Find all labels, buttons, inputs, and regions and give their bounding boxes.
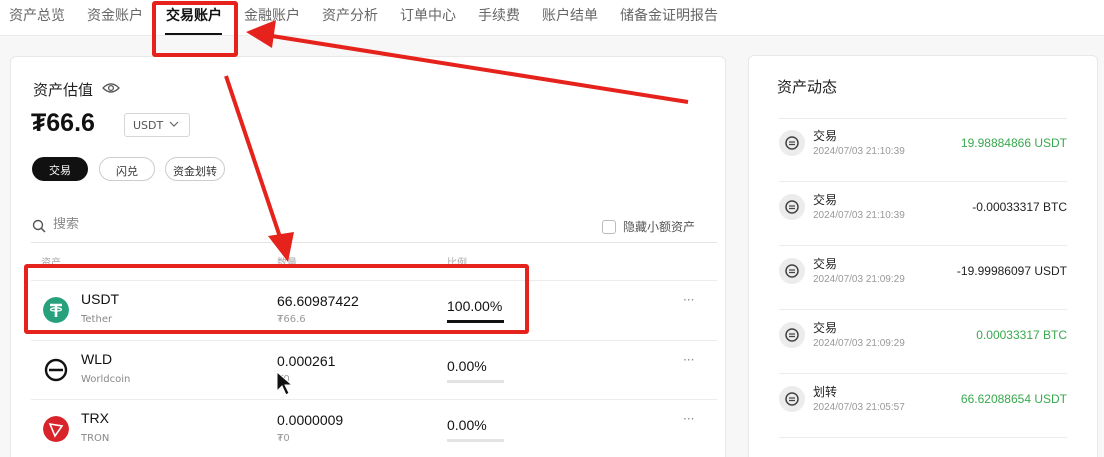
trading-account-card: 资产估值 ₮66.6 USDT 交易 闪兑 资金划转 隐藏小额资产 资产 数量 … [10, 56, 726, 457]
worldcoin-icon [44, 358, 68, 382]
ratio-bar [447, 439, 504, 442]
activity-amount: 66.62088654 USDT [960, 392, 1067, 406]
exchange-icon [779, 386, 805, 412]
asset-ratio: 0.00% [447, 417, 487, 433]
ratio-bar [447, 380, 504, 383]
activity-time: 2024/07/03 21:09:29 [813, 274, 905, 285]
asset-symbol: WLD [81, 351, 113, 367]
tab-funding-account[interactable]: 资金账户 [87, 5, 143, 25]
more-options-button[interactable]: ··· [683, 412, 694, 426]
activity-item[interactable]: 交易 2024/07/03 21:10:39 -0.00033317 BTC [779, 182, 1067, 246]
asset-name: Worldcoin [81, 374, 131, 385]
hide-small-assets-checkbox[interactable] [602, 220, 616, 234]
search-icon [32, 219, 46, 233]
tab-asset-analysis[interactable]: 资产分析 [322, 5, 378, 25]
activity-amount: -19.99986097 USDT [956, 264, 1067, 278]
asset-ratio: 0.00% [447, 358, 487, 374]
annotation-box-trading-tab [152, 1, 238, 57]
tab-asset-overview[interactable]: 资产总览 [9, 5, 65, 25]
divider [31, 242, 717, 243]
activity-type: 交易 [813, 129, 838, 143]
asset-dynamics-title: 资产动态 [777, 78, 838, 96]
asset-valuation: ₮0 [277, 433, 290, 444]
currency-select[interactable]: USDT [124, 113, 190, 137]
chevron-down-icon [169, 121, 179, 127]
activity-amount: -0.00033317 BTC [972, 200, 1067, 214]
more-options-button[interactable]: ··· [683, 293, 694, 307]
exchange-icon [779, 258, 805, 284]
divider [31, 340, 717, 341]
valuation-title: 资产估值 [33, 81, 94, 99]
tab-fees[interactable]: 手续费 [478, 5, 520, 25]
mouse-cursor-icon [276, 371, 294, 396]
tab-statements[interactable]: 账户结单 [542, 5, 598, 25]
hide-small-assets-label: 隐藏小额资产 [623, 220, 696, 234]
tab-order-center[interactable]: 订单中心 [400, 5, 456, 25]
asset-symbol: TRX [81, 410, 109, 426]
divider [31, 399, 717, 400]
asset-row-trx[interactable]: TRX TRON 0.0000009 ₮0 0.00% ··· [31, 404, 717, 457]
activity-item[interactable]: 交易 2024/07/03 21:10:39 19.98884866 USDT [779, 118, 1067, 182]
activity-amount: 0.00033317 BTC [976, 328, 1067, 342]
activity-time: 2024/07/03 21:05:57 [813, 402, 905, 413]
asset-amount: 0.000261 [277, 353, 336, 369]
activity-time: 2024/07/03 21:10:39 [813, 146, 905, 157]
activity-time: 2024/07/03 21:10:39 [813, 210, 905, 221]
activity-type: 交易 [813, 257, 838, 271]
activity-item[interactable]: 划转 2024/07/03 21:05:57 66.62088654 USDT [779, 374, 1067, 438]
activity-type: 交易 [813, 321, 838, 335]
activity-item[interactable]: 交易 2024/07/03 21:09:29 0.00033317 BTC [779, 310, 1067, 374]
asset-amount: 0.0000009 [277, 412, 344, 428]
tab-finance-account[interactable]: 金融账户 [244, 5, 300, 25]
annotation-box-usdt-row [24, 264, 529, 334]
activity-amount: 19.98884866 USDT [960, 136, 1067, 150]
exchange-icon [779, 322, 805, 348]
tron-icon [43, 416, 69, 442]
eye-icon[interactable] [102, 81, 120, 95]
activity-item[interactable]: 交易 2024/07/03 21:09:29 -19.99986097 USDT [779, 246, 1067, 310]
asset-name: TRON [81, 433, 110, 444]
trade-button[interactable]: 交易 [32, 157, 88, 181]
more-options-button[interactable]: ··· [683, 353, 694, 367]
transfer-button[interactable]: 资金划转 [165, 157, 225, 181]
exchange-icon [779, 194, 805, 220]
exchange-icon [779, 130, 805, 156]
search-input[interactable] [53, 217, 253, 232]
asset-row-wld[interactable]: WLD Worldcoin 0.000261 ₮0 0.00% ··· [31, 345, 717, 403]
divider [779, 437, 1067, 438]
activity-type: 划转 [813, 385, 838, 399]
flash-convert-button[interactable]: 闪兑 [99, 157, 155, 181]
valuation-amount: ₮66.6 [31, 109, 95, 137]
asset-dynamics-card: 资产动态 交易 2024/07/03 21:10:39 19.98884866 … [748, 55, 1098, 457]
activity-type: 交易 [813, 193, 838, 207]
currency-select-value: USDT [133, 119, 164, 132]
tab-proof-of-reserves[interactable]: 储备金证明报告 [620, 5, 718, 25]
activity-time: 2024/07/03 21:09:29 [813, 338, 905, 349]
